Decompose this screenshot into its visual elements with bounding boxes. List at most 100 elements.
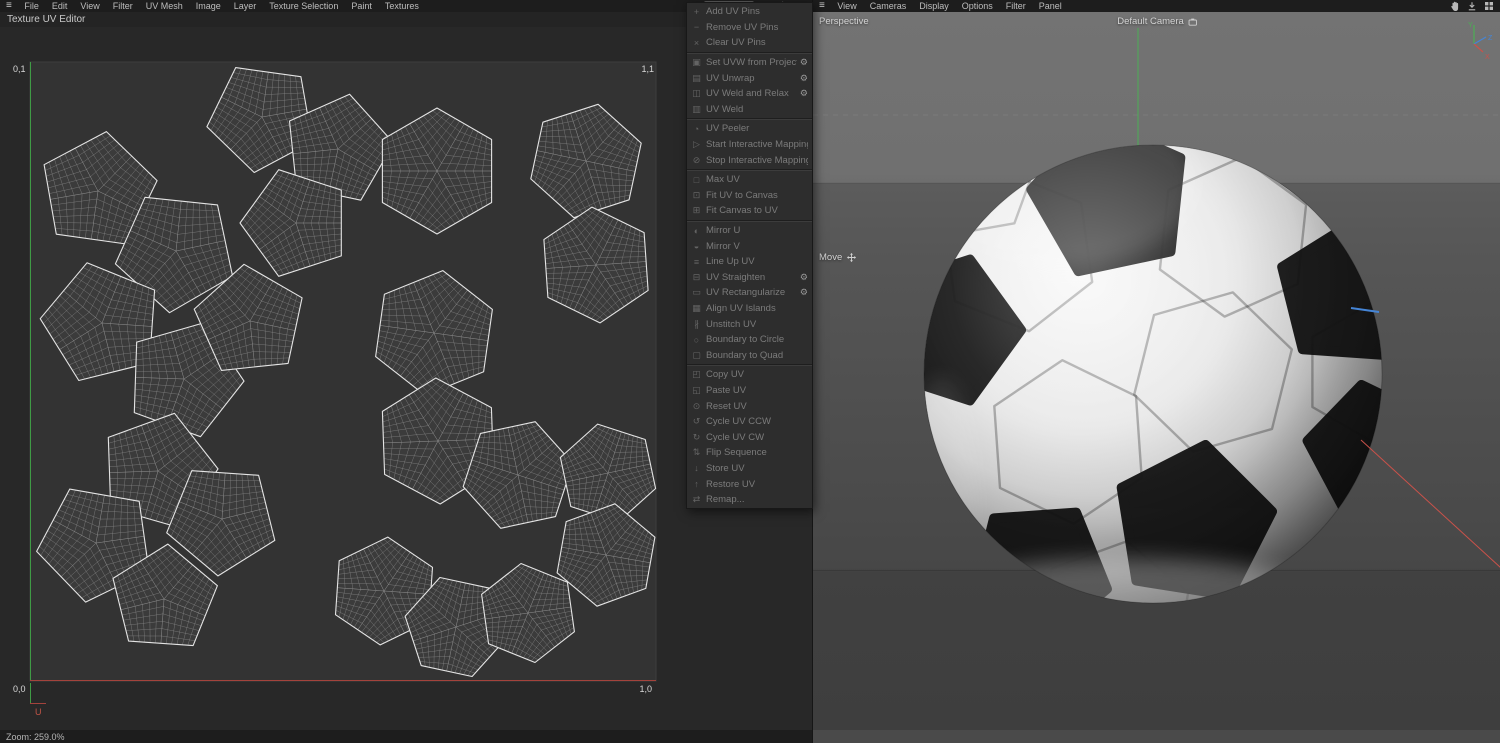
set-uvw-from-projection-icon: ▣ bbox=[692, 57, 701, 68]
menu-item-remove-uv-pins[interactable]: − Remove UV Pins bbox=[687, 20, 812, 36]
menu-item-reset-uv[interactable]: ⊙ Reset UV bbox=[687, 398, 812, 414]
menu-item-label: Reset UV bbox=[706, 400, 747, 412]
menu-item-label: Align UV Islands bbox=[706, 302, 776, 314]
menu-item-flip-sequence[interactable]: ⇅ Flip Sequence bbox=[687, 445, 812, 461]
download-icon[interactable] bbox=[1467, 0, 1477, 12]
move-tool-label-text: Move bbox=[819, 252, 843, 263]
boundary-to-circle-icon: ○ bbox=[693, 334, 700, 345]
gear-icon[interactable]: ⚙ bbox=[797, 272, 808, 283]
copy-uv-icon: ◰ bbox=[692, 369, 701, 380]
gear-icon[interactable]: ⚙ bbox=[797, 287, 808, 298]
svg-text:U: U bbox=[35, 707, 42, 717]
svg-text:0,1: 0,1 bbox=[13, 64, 26, 74]
viewport-menubar-item-cameras[interactable]: Cameras bbox=[863, 0, 913, 12]
menu-item-mirror-u[interactable]: ◐ Mirror U bbox=[687, 223, 812, 239]
menu-separator bbox=[687, 51, 812, 54]
gear-icon[interactable]: ⚙ bbox=[797, 73, 808, 84]
start-interactive-mapping-icon: ▷ bbox=[693, 139, 700, 150]
paste-uv-icon: ◱ bbox=[692, 384, 701, 395]
menu-item-uv-weld[interactable]: ▥ UV Weld bbox=[687, 102, 812, 118]
menu-item-label: Mirror U bbox=[706, 225, 741, 237]
menubar-item-paint[interactable]: Paint bbox=[345, 0, 379, 12]
menu-item-label: Store UV bbox=[706, 462, 745, 474]
menu-separator bbox=[687, 118, 812, 121]
viewport-menubar-item-filter[interactable]: Filter bbox=[999, 0, 1032, 12]
svg-text:X: X bbox=[1485, 54, 1490, 60]
menu-item-remap[interactable]: ⇄ Remap... bbox=[687, 492, 812, 508]
unstitch-uv-icon: ∦ bbox=[694, 318, 699, 329]
menubar-item-filter[interactable]: Filter bbox=[106, 0, 139, 12]
menu-separator bbox=[687, 168, 812, 171]
hamburger-menu-icon[interactable]: ≡ bbox=[0, 0, 18, 12]
uv-rectangularize-icon: ▭ bbox=[692, 287, 701, 298]
menu-item-boundary-to-quad[interactable]: ▢ Boundary to Quad bbox=[687, 347, 812, 363]
menu-item-copy-uv[interactable]: ◰ Copy UV bbox=[687, 367, 812, 383]
3d-viewport[interactable]: Perspective Default Camera Move Y Z X bbox=[813, 12, 1500, 730]
svg-text:Z: Z bbox=[1488, 35, 1493, 42]
menubar-item-edit[interactable]: Edit bbox=[45, 0, 74, 12]
menu-item-cycle-uv-cw[interactable]: ↻ Cycle UV CW bbox=[687, 429, 812, 445]
menu-item-stop-interactive-mapping[interactable]: ⊘ Stop Interactive Mapping bbox=[687, 152, 812, 168]
stop-interactive-mapping-icon: ⊘ bbox=[692, 154, 701, 165]
view-mode-label[interactable]: Perspective bbox=[819, 16, 869, 27]
menu-item-label: UV Peeler bbox=[706, 123, 750, 135]
menubar-item-textures[interactable]: Textures bbox=[378, 0, 425, 12]
menu-item-boundary-to-circle[interactable]: ○ Boundary to Circle bbox=[687, 332, 812, 348]
menu-item-unstitch-uv[interactable]: ∦ Unstitch UV bbox=[687, 316, 812, 332]
menubar-item-layer[interactable]: Layer bbox=[227, 0, 263, 12]
menu-item-restore-uv[interactable]: ↑ Restore UV bbox=[687, 476, 812, 492]
menu-item-uv-straighten[interactable]: ⊟ UV Straighten ⚙ bbox=[687, 270, 812, 286]
menu-item-line-up-uv[interactable]: ≡ Line Up UV bbox=[687, 254, 812, 270]
viewport-hamburger-menu-icon[interactable]: ≡ bbox=[813, 0, 831, 12]
menu-item-mirror-v[interactable]: ◒ Mirror V bbox=[687, 238, 812, 254]
menubar-item-uv-mesh[interactable]: UV Mesh bbox=[139, 0, 189, 12]
viewport-menubar-item-panel[interactable]: Panel bbox=[1032, 0, 1068, 12]
reset-uv-icon: ⊙ bbox=[692, 400, 701, 411]
camera-frame-icon bbox=[1188, 18, 1197, 26]
menu-item-label: UV Straighten bbox=[706, 271, 766, 283]
menu-item-cycle-uv-ccw[interactable]: ↺ Cycle UV CCW bbox=[687, 414, 812, 430]
camera-label[interactable]: Default Camera bbox=[1117, 16, 1197, 27]
menu-item-clear-uv-pins[interactable]: × Clear UV Pins bbox=[687, 35, 812, 51]
menu-item-uv-unwrap[interactable]: ▤ UV Unwrap ⚙ bbox=[687, 70, 812, 86]
viewport-menubar-item-view[interactable]: View bbox=[831, 0, 863, 12]
menu-item-uv-rectangularize[interactable]: ▭ UV Rectangularize ⚙ bbox=[687, 285, 812, 301]
layout-grid-icon[interactable] bbox=[1484, 0, 1494, 12]
menu-item-add-uv-pins[interactable]: + Add UV Pins bbox=[687, 4, 812, 20]
uv-peeler-icon: ◔ bbox=[693, 123, 700, 134]
menu-item-store-uv[interactable]: ↓ Store UV bbox=[687, 461, 812, 477]
viewport-menubar-item-options[interactable]: Options bbox=[955, 0, 999, 12]
menu-item-label: Add UV Pins bbox=[706, 6, 760, 18]
camera-label-text: Default Camera bbox=[1117, 16, 1184, 27]
gear-icon[interactable]: ⚙ bbox=[797, 57, 808, 68]
restore-uv-icon: ↑ bbox=[694, 479, 699, 490]
menu-item-label: Cycle UV CCW bbox=[706, 416, 771, 428]
uv-editor-menu-items: File Edit View Filter UV Mesh Image Layer Textu… bbox=[18, 0, 426, 12]
menu-item-fit-uv-to-canvas[interactable]: ⊡ Fit UV to Canvas bbox=[687, 188, 812, 204]
menubar-item-view[interactable]: View bbox=[74, 0, 106, 12]
application-window: ≡ File Edit View Filter UV Mesh Image Layer Tex… bbox=[0, 0, 1500, 743]
axis-gizmo[interactable]: Y Z X bbox=[1463, 18, 1497, 60]
line-up-uv-icon: ≡ bbox=[693, 256, 700, 267]
menubar-item-image[interactable]: Image bbox=[189, 0, 227, 12]
hand-pan-icon[interactable] bbox=[1450, 0, 1460, 12]
menu-item-label: Cycle UV CW bbox=[706, 431, 765, 443]
axis-gizmo-svg: Y Z X bbox=[1468, 22, 1493, 60]
menu-item-paste-uv[interactable]: ◱ Paste UV bbox=[687, 383, 812, 399]
menu-item-align-uv-islands[interactable]: ▦ Align UV Islands bbox=[687, 301, 812, 317]
menu-item-label: Max UV bbox=[706, 174, 740, 186]
menu-item-start-interactive-mapping[interactable]: ▷ Start Interactive Mapping bbox=[687, 137, 812, 153]
mirror-u-icon: ◐ bbox=[693, 225, 700, 236]
menubar-item-texture-selection[interactable]: Texture Selection bbox=[263, 0, 345, 12]
gear-icon[interactable]: ⚙ bbox=[797, 88, 808, 99]
uv-weld-icon: ▥ bbox=[692, 103, 701, 114]
menu-item-label: Fit Canvas to UV bbox=[706, 205, 778, 217]
menu-item-max-uv[interactable]: □ Max UV bbox=[687, 172, 812, 188]
menu-item-uv-peeler[interactable]: ◔ UV Peeler bbox=[687, 121, 812, 137]
menu-item-fit-canvas-to-uv[interactable]: ⊞ Fit Canvas to UV bbox=[687, 203, 812, 219]
viewport-menubar-item-display[interactable]: Display bbox=[913, 0, 956, 12]
cycle-uv-cw-icon: ↻ bbox=[692, 431, 701, 442]
menu-item-set-uvw-from-projection[interactable]: ▣ Set UVW from Projection⚙ bbox=[687, 55, 812, 71]
menubar-item-file[interactable]: File bbox=[18, 0, 46, 12]
menu-item-uv-weld-and-relax[interactable]: ◫ UV Weld and Relax ⚙ bbox=[687, 86, 812, 102]
